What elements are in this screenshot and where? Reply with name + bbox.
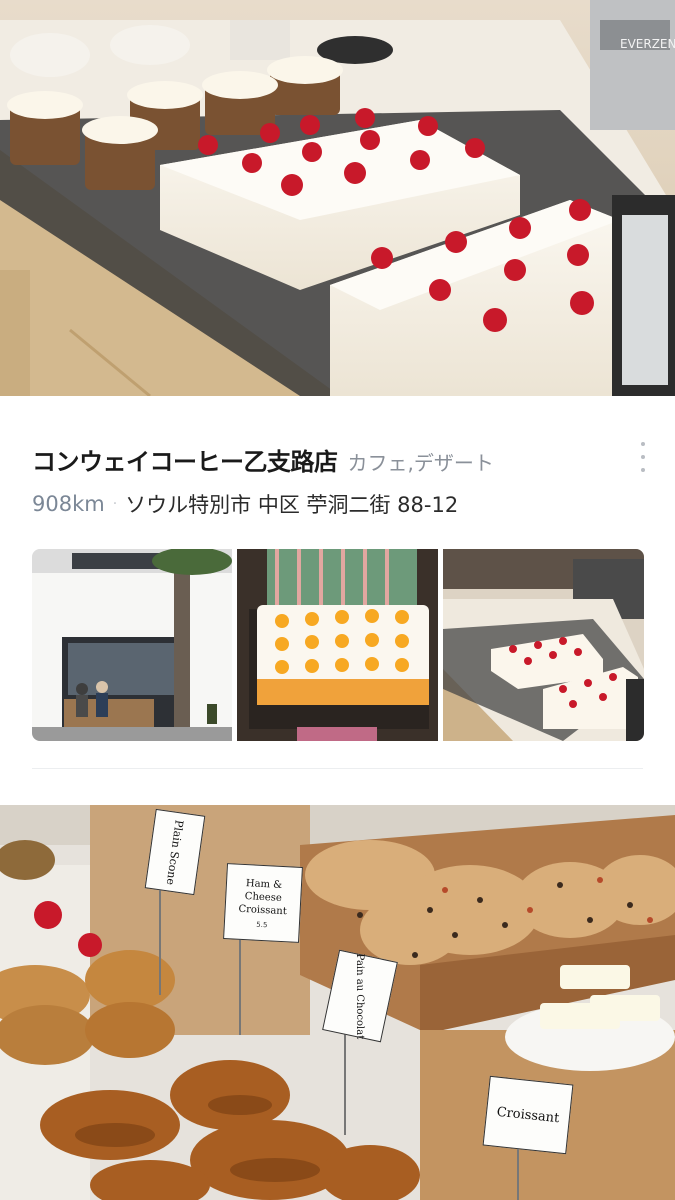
- label-ham-cheese-croissant: Ham & Cheese Croissant 5.5: [223, 863, 303, 943]
- hero-brand-text: EVERZEN: [620, 37, 675, 51]
- label-pain-au-chocolat-text: Pain au Chocolat: [354, 953, 366, 1039]
- distance: 908km: [32, 492, 105, 516]
- more-vertical-icon[interactable]: [635, 442, 651, 472]
- label-croissant-text: Croissant: [495, 1104, 561, 1126]
- bakery-photo[interactable]: Plain Scone Ham & Cheese Croissant 5.5 P…: [0, 805, 675, 1200]
- gallery-thumb-storefront[interactable]: [32, 549, 232, 741]
- label-ham-cheese-text: Ham & Cheese Croissant: [238, 877, 288, 917]
- label-ham-cheese-price: 5.5: [256, 920, 268, 929]
- address[interactable]: ソウル特別市 中区 苧洞二街 88-12: [125, 489, 458, 519]
- meta-row: 908km · ソウル特別市 中区 苧洞二街 88-12: [32, 489, 458, 519]
- place-category: カフェ,デザート: [347, 451, 494, 475]
- meta-separator: ·: [112, 496, 118, 512]
- photo-gallery: [32, 549, 644, 741]
- hero-photo[interactable]: EVERZEN: [0, 0, 675, 396]
- title-row: コンウェイコーヒー乙支路店 カフェ,デザート: [32, 442, 635, 477]
- label-croissant: Croissant: [482, 1075, 574, 1155]
- section-divider: [32, 768, 643, 769]
- gallery-thumb-mango-cake[interactable]: [237, 549, 438, 741]
- place-info-card: コンウェイコーヒー乙支路店 カフェ,デザート 908km · ソウル特別市 中区…: [0, 396, 675, 805]
- place-name[interactable]: コンウェイコーヒー乙支路店: [32, 442, 338, 477]
- gallery-thumb-cake-counter[interactable]: [443, 549, 644, 741]
- label-plain-scone-text: Plain Scone: [164, 818, 186, 886]
